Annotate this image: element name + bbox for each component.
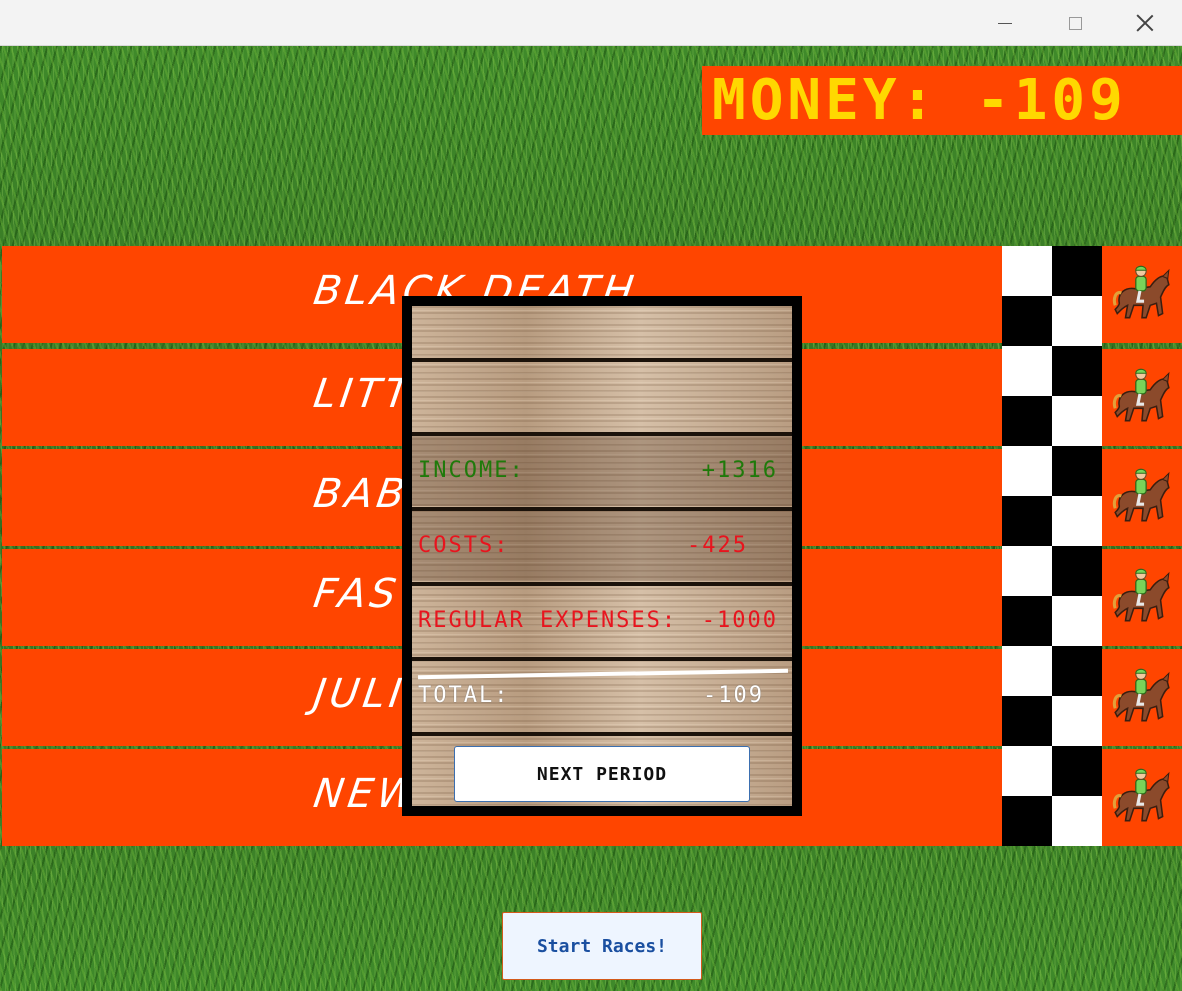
plank-divider — [412, 358, 792, 362]
period-summary-dialog: INCOME: +1316 COSTS: -425 REGULAR EXPENS… — [402, 296, 802, 816]
income-value: +1316 — [701, 458, 778, 483]
plank-divider — [412, 657, 792, 661]
money-display: MONEY: -109 — [702, 66, 1182, 135]
start-races-button[interactable]: Start Races! — [502, 912, 702, 980]
expenses-label: REGULAR EXPENSES: — [418, 608, 678, 633]
finish-checker — [1002, 346, 1102, 446]
finish-checker — [1002, 646, 1102, 746]
finish-checker — [1002, 446, 1102, 546]
costs-label: COSTS: — [418, 533, 510, 558]
next-period-button[interactable]: NEXT PERIOD — [454, 746, 750, 802]
income-label: INCOME: — [418, 458, 525, 483]
expenses-value: -1000 — [701, 608, 778, 633]
horse-racing-icon — [1102, 649, 1182, 746]
close-button[interactable] — [1110, 0, 1180, 46]
wood-panel: INCOME: +1316 COSTS: -425 REGULAR EXPENS… — [412, 306, 792, 806]
maximize-icon — [1068, 16, 1082, 30]
finish-checker — [1002, 746, 1102, 846]
horse-racing-icon — [1102, 246, 1182, 343]
finish-checker — [1002, 246, 1102, 346]
window-titlebar — [0, 0, 1182, 46]
close-icon — [1136, 14, 1154, 32]
horse-racing-icon — [1102, 549, 1182, 646]
horse-racing-icon — [1102, 349, 1182, 446]
finish-checker — [1002, 546, 1102, 646]
horse-name: LITT — [310, 371, 417, 417]
horse-racing-icon — [1102, 749, 1182, 846]
total-label: TOTAL: — [418, 683, 510, 708]
maximize-button[interactable] — [1040, 0, 1110, 46]
costs-value: -425 — [687, 533, 748, 558]
plank-divider — [412, 582, 792, 586]
horse-name: JULI — [310, 671, 409, 717]
minimize-button[interactable] — [970, 0, 1040, 46]
minimize-icon — [998, 22, 1012, 24]
plank-divider — [412, 732, 792, 736]
total-value: -109 — [703, 683, 764, 708]
horse-racing-icon — [1102, 449, 1182, 546]
total-divider — [417, 668, 789, 680]
